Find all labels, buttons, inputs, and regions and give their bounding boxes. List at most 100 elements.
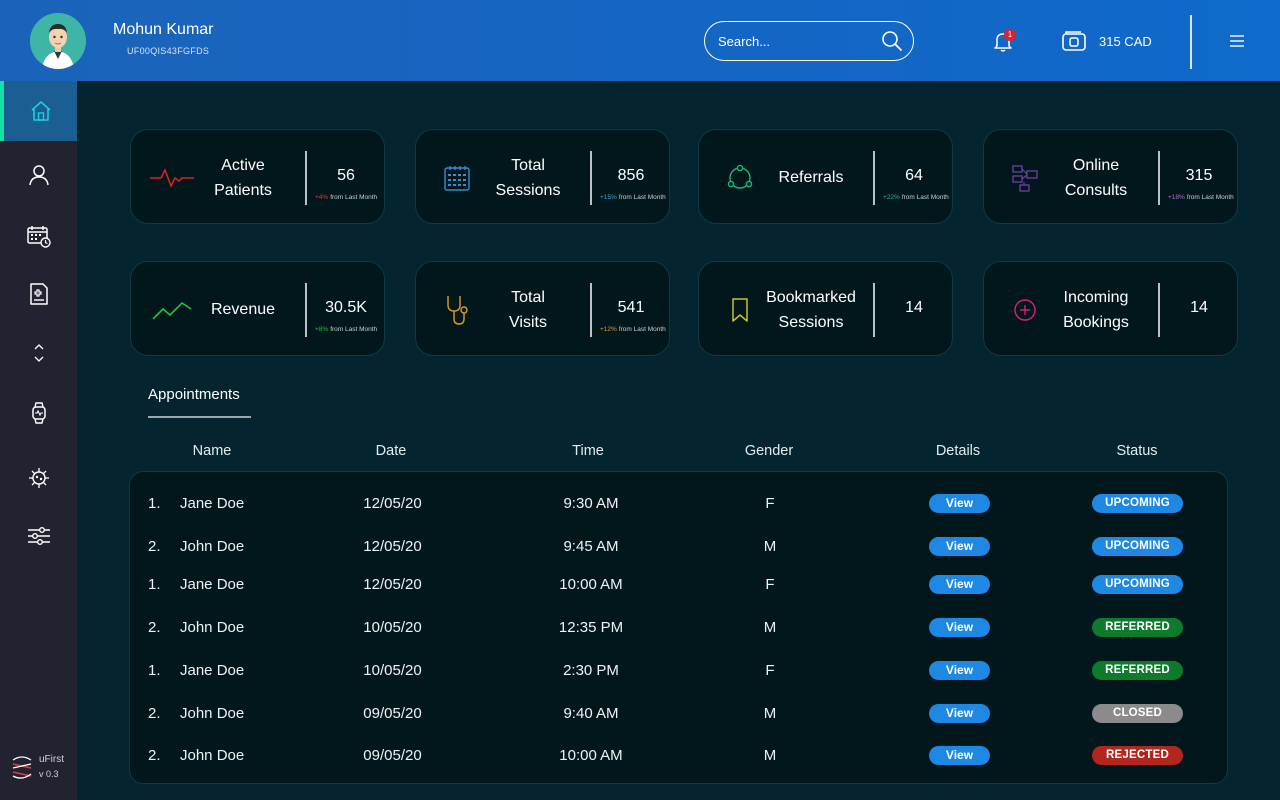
patient-name: John Doe	[180, 705, 245, 722]
status-badge: UPCOMING	[1092, 575, 1183, 594]
column-header-name: Name	[192, 443, 232, 459]
status-badge: UPCOMING	[1092, 494, 1183, 513]
sliders-icon	[27, 526, 50, 546]
stat-card-total-visits[interactable]: Total Visits 541 +12% from Last Month	[415, 261, 670, 356]
patient-gender: F	[765, 495, 775, 512]
sidebar-item-home[interactable]	[0, 81, 77, 141]
patient-gender: F	[765, 662, 775, 679]
view-button[interactable]: View	[929, 746, 990, 765]
stat-delta: +15% from Last Month	[600, 194, 666, 201]
table-row[interactable]: 1. Jane Doe 12/05/20 9:30 AM F View UPCOMING	[130, 489, 1229, 519]
row-number: 2.	[148, 705, 161, 722]
patient-name: Jane Doe	[180, 576, 245, 593]
status-badge: UPCOMING	[1092, 537, 1183, 556]
table-row[interactable]: 2. John Doe 09/05/20 10:00 AM M View REJECTED	[130, 741, 1229, 771]
stat-label: Referrals	[778, 169, 844, 186]
sidebar-item-pathogens[interactable]	[0, 448, 77, 508]
heartbeat-icon	[149, 160, 195, 196]
sidebar-item-devices[interactable]	[0, 383, 77, 443]
top-header: Mohun Kumar UF00QIS43FGFDS 1 315 CAD	[0, 0, 1280, 81]
brand: uFirst v 0.3	[10, 752, 70, 784]
stat-delta: +12% from Last Month	[600, 326, 666, 333]
stat-value: 856	[617, 167, 645, 184]
search-icon[interactable]	[880, 29, 904, 53]
patient-gender: M	[763, 747, 777, 764]
stat-value: 541	[617, 299, 645, 316]
view-button[interactable]: View	[929, 618, 990, 637]
appointment-date: 09/05/20	[363, 747, 422, 764]
stat-delta: +8% from Last Month	[315, 326, 378, 333]
menu-icon[interactable]	[1229, 34, 1245, 48]
sidebar-item-reports[interactable]	[0, 264, 77, 324]
table-row[interactable]: 1. Jane Doe 10/05/20 2:30 PM F View REFERRED	[130, 656, 1229, 686]
calendar-clock-icon	[26, 226, 51, 248]
stat-value: 56	[337, 167, 355, 184]
appointment-date: 10/05/20	[363, 662, 422, 679]
header-divider	[1190, 15, 1192, 69]
search-input[interactable]	[718, 31, 868, 51]
tab-active-indicator	[148, 416, 251, 418]
view-button[interactable]: View	[929, 537, 990, 556]
calendar-grid-icon	[434, 160, 480, 196]
stat-value: 14	[905, 299, 923, 316]
view-button[interactable]: View	[929, 704, 990, 723]
appointment-date: 12/05/20	[363, 538, 422, 555]
avatar[interactable]	[30, 13, 86, 69]
stat-label: Total Sessions	[495, 156, 561, 199]
view-button[interactable]: View	[929, 494, 990, 513]
view-button[interactable]: View	[929, 575, 990, 594]
tab-appointments[interactable]: Appointments	[148, 386, 240, 403]
stat-card-revenue[interactable]: Revenue 30.5K +8% from Last Month	[130, 261, 385, 356]
table-row[interactable]: 1. Jane Doe 12/05/20 10:00 AM F View UPCOMING	[130, 570, 1229, 600]
sidebar-item-settings[interactable]	[0, 506, 77, 566]
row-number: 2.	[148, 538, 161, 555]
appointments-table: 1. Jane Doe 12/05/20 9:30 AM F View UPCOMING 2.…	[129, 471, 1228, 784]
row-number: 1.	[148, 576, 161, 593]
notification-badge: 1	[1004, 29, 1016, 41]
patient-name: Jane Doe	[180, 662, 245, 679]
stat-card-incoming-bookings[interactable]: Incoming Bookings 14	[983, 261, 1238, 356]
stat-label: Revenue	[210, 301, 276, 318]
view-button[interactable]: View	[929, 661, 990, 680]
appointment-time: 10:00 AM	[559, 576, 623, 593]
row-number: 2.	[148, 747, 161, 764]
patient-name: John Doe	[180, 538, 245, 555]
stat-card-referrals[interactable]: Referrals 64 +22% from Last Month	[698, 129, 953, 224]
stethoscope-icon	[434, 292, 480, 328]
wallet-icon[interactable]	[1061, 30, 1087, 52]
sidebar-item-schedule[interactable]	[0, 206, 77, 266]
stat-label: Bookmarked Sessions	[766, 288, 856, 331]
medical-report-icon	[29, 283, 48, 305]
stat-delta: +18% from Last Month	[1168, 194, 1234, 201]
smartwatch-icon	[31, 402, 46, 424]
appointment-time: 9:45 AM	[563, 538, 619, 555]
stat-value: 30.5K	[325, 299, 367, 316]
home-icon	[30, 101, 51, 121]
user-icon	[28, 165, 49, 186]
table-row[interactable]: 2. John Doe 10/05/20 12:35 PM M View REFERRED	[130, 613, 1229, 643]
appointment-date: 12/05/20	[363, 576, 422, 593]
plus-circle-icon	[1002, 292, 1048, 328]
search-box[interactable]	[704, 21, 914, 61]
stat-card-active-patients[interactable]: Active Patients 56 +4% from Last Month	[130, 129, 385, 224]
column-header-details: Details	[935, 443, 981, 459]
column-header-date: Date	[375, 443, 407, 459]
stat-card-total-sessions[interactable]: Total Sessions 856 +15% from Last Month	[415, 129, 670, 224]
appointment-time: 10:00 AM	[559, 747, 623, 764]
sidebar-item-profile[interactable]	[0, 145, 77, 205]
chevrons-icon	[34, 344, 43, 362]
user-id: UF00QIS43FGFDS	[127, 46, 210, 56]
appointment-time: 2:30 PM	[563, 662, 619, 679]
appointment-time: 9:40 AM	[563, 705, 619, 722]
stat-card-online-consults[interactable]: Online Consults 315 +18% from Last Month	[983, 129, 1238, 224]
sidebar-item-expand[interactable]	[0, 323, 77, 383]
brand-name: uFirst	[39, 754, 64, 765]
patient-gender: M	[763, 619, 777, 636]
stat-value: 14	[1190, 299, 1208, 316]
row-number: 1.	[148, 495, 161, 512]
table-row[interactable]: 2. John Doe 12/05/20 9:45 AM M View UPCOMING	[130, 532, 1229, 562]
stat-card-bookmarked-sessions[interactable]: Bookmarked Sessions 14	[698, 261, 953, 356]
table-row[interactable]: 2. John Doe 09/05/20 9:40 AM M View CLOSED	[130, 699, 1229, 729]
stat-label: Total Visits	[509, 288, 547, 331]
appointment-date: 09/05/20	[363, 705, 422, 722]
